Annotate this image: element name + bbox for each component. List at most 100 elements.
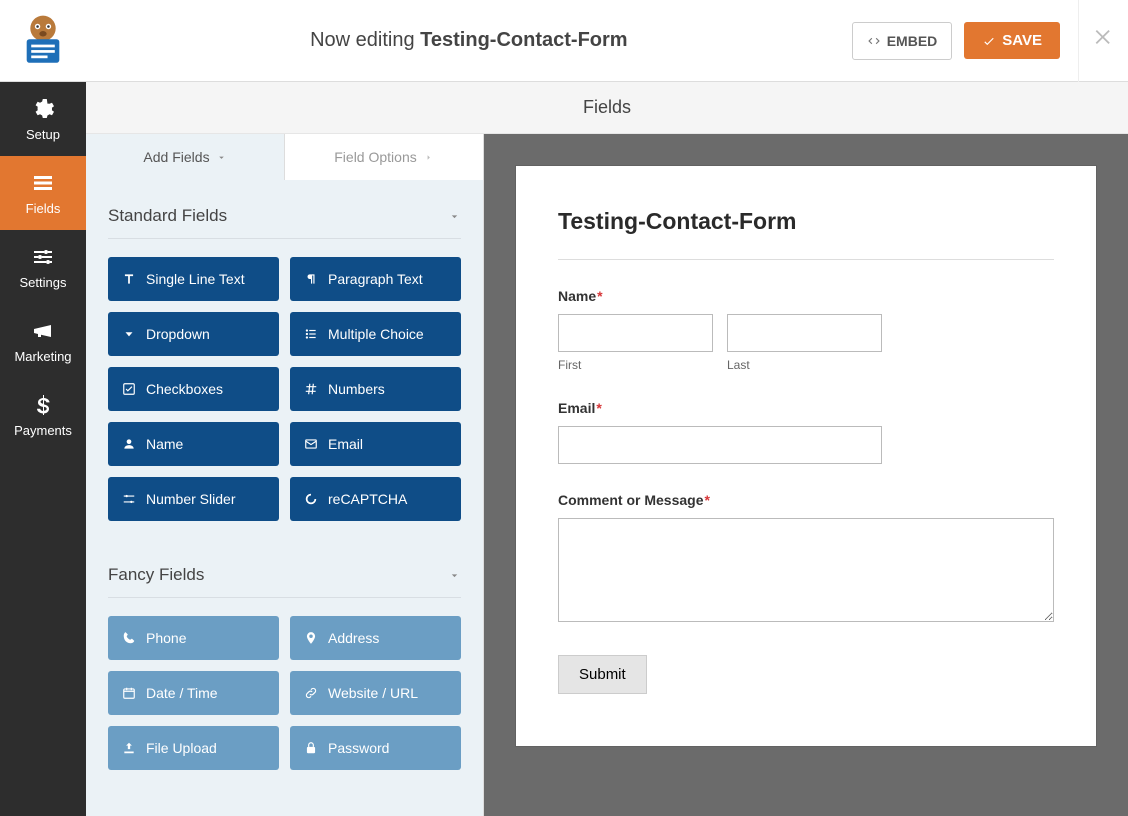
- first-name-input[interactable]: [558, 314, 713, 352]
- calendar-icon: [122, 686, 136, 700]
- hash-icon: [304, 382, 318, 396]
- rail-setup-label: Setup: [26, 127, 60, 142]
- fields-panel: Add Fields Field Options Standard Fields: [86, 134, 484, 816]
- top-bar: Now editing Testing-Contact-Form EMBED S…: [0, 0, 1128, 82]
- chevron-down-icon: [216, 152, 227, 163]
- field-numbers[interactable]: Numbers: [290, 367, 461, 411]
- required-asterisk: *: [704, 492, 709, 508]
- rail-settings-label: Settings: [20, 275, 67, 290]
- rail-setup[interactable]: Setup: [0, 82, 86, 156]
- field-multiple-choice[interactable]: Multiple Choice: [290, 312, 461, 356]
- field-fileupload[interactable]: File Upload: [108, 726, 279, 770]
- group-standard: Standard Fields Single Line Text Paragra…: [86, 180, 483, 539]
- chevron-right-icon: [423, 152, 434, 163]
- bullhorn-icon: [31, 319, 55, 343]
- required-asterisk: *: [596, 400, 601, 416]
- comment-textarea[interactable]: [558, 518, 1054, 622]
- email-label: Email*: [558, 400, 1054, 416]
- required-asterisk: *: [597, 288, 602, 304]
- field-datetime[interactable]: Date / Time: [108, 671, 279, 715]
- group-standard-header[interactable]: Standard Fields: [108, 180, 461, 239]
- embed-label: EMBED: [887, 33, 938, 49]
- code-icon: [867, 34, 881, 48]
- fields-tabs: Add Fields Field Options: [86, 134, 483, 180]
- nav-rail: Setup Fields Settings Marketing Payments: [0, 82, 86, 816]
- standard-grid: Single Line Text Paragraph Text Dropdown…: [108, 239, 461, 539]
- field-address[interactable]: Address: [290, 616, 461, 660]
- tab-options-label: Field Options: [334, 149, 416, 165]
- text-icon: [122, 272, 136, 286]
- email-input[interactable]: [558, 426, 882, 464]
- first-sublabel: First: [558, 358, 713, 372]
- field-paragraph-text[interactable]: Paragraph Text: [290, 257, 461, 301]
- form-field-name[interactable]: Name* First Last: [558, 288, 1054, 372]
- wpforms-logo-icon: [14, 12, 72, 70]
- group-fancy-header[interactable]: Fancy Fields: [108, 539, 461, 598]
- group-fancy: Fancy Fields Phone Address Date / Time W…: [86, 539, 483, 788]
- form-title: Testing-Contact-Form: [558, 208, 1054, 260]
- name-first-col: First: [558, 314, 713, 372]
- editing-prefix: Now editing: [310, 29, 420, 51]
- group-fancy-title: Fancy Fields: [108, 565, 204, 585]
- rail-marketing-label: Marketing: [14, 349, 71, 364]
- sliders-icon: [31, 245, 55, 269]
- secondary-header: Fields: [86, 82, 1128, 134]
- user-icon: [122, 437, 136, 451]
- form-field-email[interactable]: Email*: [558, 400, 1054, 464]
- paragraph-icon: [304, 272, 318, 286]
- field-recaptcha[interactable]: reCAPTCHA: [290, 477, 461, 521]
- rail-fields-label: Fields: [26, 201, 61, 216]
- form-field-comment[interactable]: Comment or Message*: [558, 492, 1054, 627]
- name-row: First Last: [558, 314, 1054, 372]
- map-pin-icon: [304, 631, 318, 645]
- envelope-icon: [304, 437, 318, 451]
- close-button[interactable]: [1093, 26, 1115, 55]
- chevron-down-icon: [448, 210, 461, 223]
- field-number-slider[interactable]: Number Slider: [108, 477, 279, 521]
- form-icon: [31, 171, 55, 195]
- app-logo: [0, 0, 86, 82]
- upload-icon: [122, 741, 136, 755]
- gear-icon: [31, 97, 55, 121]
- rail-fields[interactable]: Fields: [0, 156, 86, 230]
- fancy-grid: Phone Address Date / Time Website / URL …: [108, 598, 461, 788]
- preview-card: Testing-Contact-Form Name* First Last: [516, 166, 1096, 746]
- tab-field-options[interactable]: Field Options: [284, 134, 483, 180]
- chevron-down-icon: [448, 569, 461, 582]
- check-square-icon: [122, 382, 136, 396]
- field-checkboxes[interactable]: Checkboxes: [108, 367, 279, 411]
- field-single-line-text[interactable]: Single Line Text: [108, 257, 279, 301]
- save-label: SAVE: [1002, 32, 1042, 49]
- list-icon: [304, 327, 318, 341]
- sliders-icon: [122, 492, 136, 506]
- field-dropdown[interactable]: Dropdown: [108, 312, 279, 356]
- field-phone[interactable]: Phone: [108, 616, 279, 660]
- submit-button[interactable]: Submit: [558, 655, 647, 694]
- embed-button[interactable]: EMBED: [852, 22, 953, 60]
- link-icon: [304, 686, 318, 700]
- close-cell: [1078, 0, 1128, 82]
- group-standard-title: Standard Fields: [108, 206, 227, 226]
- content: Fields Add Fields Field Options: [86, 82, 1128, 816]
- rail-payments-label: Payments: [14, 423, 72, 438]
- save-button[interactable]: SAVE: [964, 22, 1060, 59]
- rail-payments[interactable]: Payments: [0, 378, 86, 452]
- last-name-input[interactable]: [727, 314, 882, 352]
- caret-down-icon: [122, 327, 136, 341]
- lock-icon: [304, 741, 318, 755]
- field-name[interactable]: Name: [108, 422, 279, 466]
- comment-label: Comment or Message*: [558, 492, 1054, 508]
- secondary-title: Fields: [583, 97, 631, 118]
- columns: Add Fields Field Options Standard Fields: [86, 134, 1128, 816]
- tab-add-label: Add Fields: [143, 149, 209, 165]
- rail-settings[interactable]: Settings: [0, 230, 86, 304]
- field-password[interactable]: Password: [290, 726, 461, 770]
- field-website[interactable]: Website / URL: [290, 671, 461, 715]
- recaptcha-icon: [304, 492, 318, 506]
- close-icon: [1093, 26, 1115, 48]
- preview-wrap: Testing-Contact-Form Name* First Last: [484, 134, 1128, 816]
- field-email[interactable]: Email: [290, 422, 461, 466]
- tab-add-fields[interactable]: Add Fields: [86, 134, 284, 180]
- workspace: Setup Fields Settings Marketing Payments…: [0, 82, 1128, 816]
- rail-marketing[interactable]: Marketing: [0, 304, 86, 378]
